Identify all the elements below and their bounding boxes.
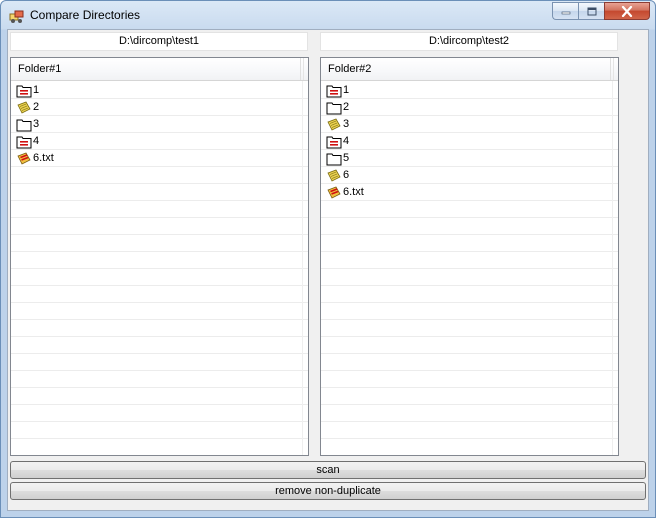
folder-icon [326, 152, 342, 166]
left-path-field[interactable]: D:\dircomp\test1 [10, 32, 308, 51]
list-item[interactable]: 6.txt [321, 184, 364, 201]
scan-button[interactable]: scan [10, 461, 646, 479]
list-item-label: 6.txt [343, 186, 364, 198]
file-red-icon [16, 152, 32, 166]
column-divider [302, 81, 303, 455]
list-item[interactable]: 4 [11, 133, 39, 150]
list-item-label: 2 [33, 101, 40, 113]
list-item-label: 4 [343, 135, 350, 147]
right-list-header: Folder#2 [321, 58, 618, 81]
list-item-label: 2 [343, 101, 350, 113]
file-red-icon [326, 186, 342, 200]
remove-non-duplicate-button[interactable]: remove non-duplicate [10, 482, 646, 500]
column-header-filler [613, 58, 618, 80]
app-window: Compare Directories D:\dircomp\test1 D:\… [0, 0, 656, 518]
folder-red-icon [16, 135, 32, 149]
folder-red-icon [16, 84, 32, 98]
list-item-label: 1 [33, 84, 40, 96]
list-item[interactable]: 6 [321, 167, 349, 184]
list-item-label: 6 [343, 169, 350, 181]
list-item-label: 3 [343, 118, 350, 130]
maximize-button[interactable] [578, 2, 604, 20]
minimize-button[interactable] [552, 2, 578, 20]
list-item-label: 6.txt [33, 152, 54, 164]
list-item[interactable]: 2 [11, 99, 39, 116]
note-yellow-icon [326, 118, 342, 132]
list-item[interactable]: 1 [11, 82, 39, 99]
column-header-folder1[interactable]: Folder#1 [11, 58, 301, 80]
window-title: Compare Directories [30, 8, 141, 22]
left-file-list[interactable]: Folder#1 1 2 3 4 6.txt [10, 57, 309, 456]
folder-icon [326, 101, 342, 115]
list-item[interactable]: 2 [321, 99, 349, 116]
folder-red-icon [326, 84, 342, 98]
column-divider [612, 81, 613, 455]
column-header-filler [303, 58, 308, 80]
left-list-rows: 1 2 3 4 6.txt [11, 82, 308, 455]
list-item-label: 1 [343, 84, 350, 96]
note-yellow-icon [326, 169, 342, 183]
close-button[interactable] [604, 2, 650, 20]
client-area: D:\dircomp\test1 D:\dircomp\test2 Folder… [7, 29, 649, 511]
list-item-label: 4 [33, 135, 40, 147]
list-item[interactable]: 6.txt [11, 150, 54, 167]
minimize-icon [561, 11, 570, 15]
left-list-header: Folder#1 [11, 58, 308, 81]
list-item[interactable]: 4 [321, 133, 349, 150]
list-item[interactable]: 3 [321, 116, 349, 133]
column-header-folder2[interactable]: Folder#2 [321, 58, 611, 80]
folder-red-icon [326, 135, 342, 149]
compare-app-icon [9, 10, 24, 23]
right-file-list[interactable]: Folder#2 1 2 3 4 5 6 6.txt [320, 57, 619, 456]
maximize-icon [587, 7, 596, 15]
list-item[interactable]: 1 [321, 82, 349, 99]
close-icon [621, 5, 633, 17]
list-item-label: 3 [33, 118, 40, 130]
list-item-label: 5 [343, 152, 350, 164]
list-item[interactable]: 3 [11, 116, 39, 133]
caption-buttons [552, 2, 650, 21]
right-list-rows: 1 2 3 4 5 6 6.txt [321, 82, 618, 455]
list-item[interactable]: 5 [321, 150, 349, 167]
right-path-field[interactable]: D:\dircomp\test2 [320, 32, 618, 51]
title-bar[interactable]: Compare Directories [1, 1, 655, 30]
note-yellow-icon [16, 101, 32, 115]
folder-icon [16, 118, 32, 132]
